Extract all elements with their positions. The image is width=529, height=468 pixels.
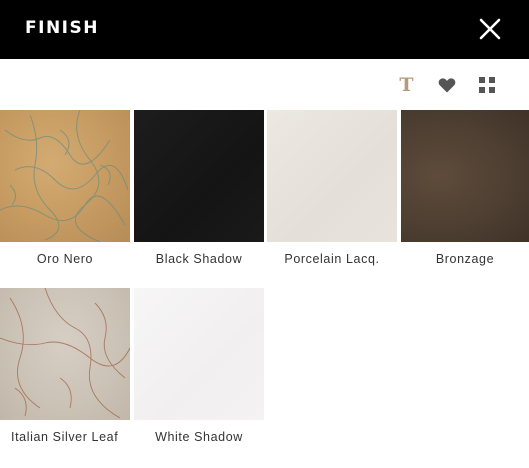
view-toolbar: T <box>397 72 496 98</box>
page-title: FINISH <box>25 18 99 38</box>
finish-item-black-shadow[interactable]: Black Shadow <box>134 110 264 267</box>
finish-swatch-image <box>0 110 130 242</box>
finish-item-white-shadow[interactable]: White Shadow <box>134 288 264 445</box>
grid-icon <box>478 77 495 93</box>
header-bar: FINISH <box>0 0 529 59</box>
text-icon: T <box>399 73 414 96</box>
finish-label: Italian Silver Leaf <box>11 430 119 444</box>
text-view-button[interactable]: T <box>397 73 416 96</box>
finish-swatch-image <box>134 110 264 242</box>
finish-item-porcelain-lacq[interactable]: Porcelain Lacq. <box>267 110 397 267</box>
finish-item-italian-silver-leaf[interactable]: Italian Silver Leaf <box>0 288 130 445</box>
finish-item-bronzage[interactable]: Bronzage <box>401 110 529 267</box>
favorites-button[interactable] <box>437 76 456 95</box>
heart-icon <box>438 78 455 93</box>
finish-swatch-image <box>0 288 130 420</box>
finish-swatch-image <box>134 288 264 420</box>
finish-label: Oro Nero <box>36 252 94 266</box>
finish-label: White Shadow <box>155 430 243 444</box>
finish-item-oro-nero[interactable]: Oro Nero <box>0 110 130 267</box>
finish-swatch-image <box>267 110 397 242</box>
finish-label: Black Shadow <box>155 252 243 266</box>
finish-label: Bronzage <box>435 252 495 266</box>
finish-label: Porcelain Lacq. <box>284 252 380 266</box>
finish-swatch-image <box>401 110 529 242</box>
close-icon[interactable] <box>478 17 502 41</box>
grid-view-button[interactable] <box>477 76 496 95</box>
